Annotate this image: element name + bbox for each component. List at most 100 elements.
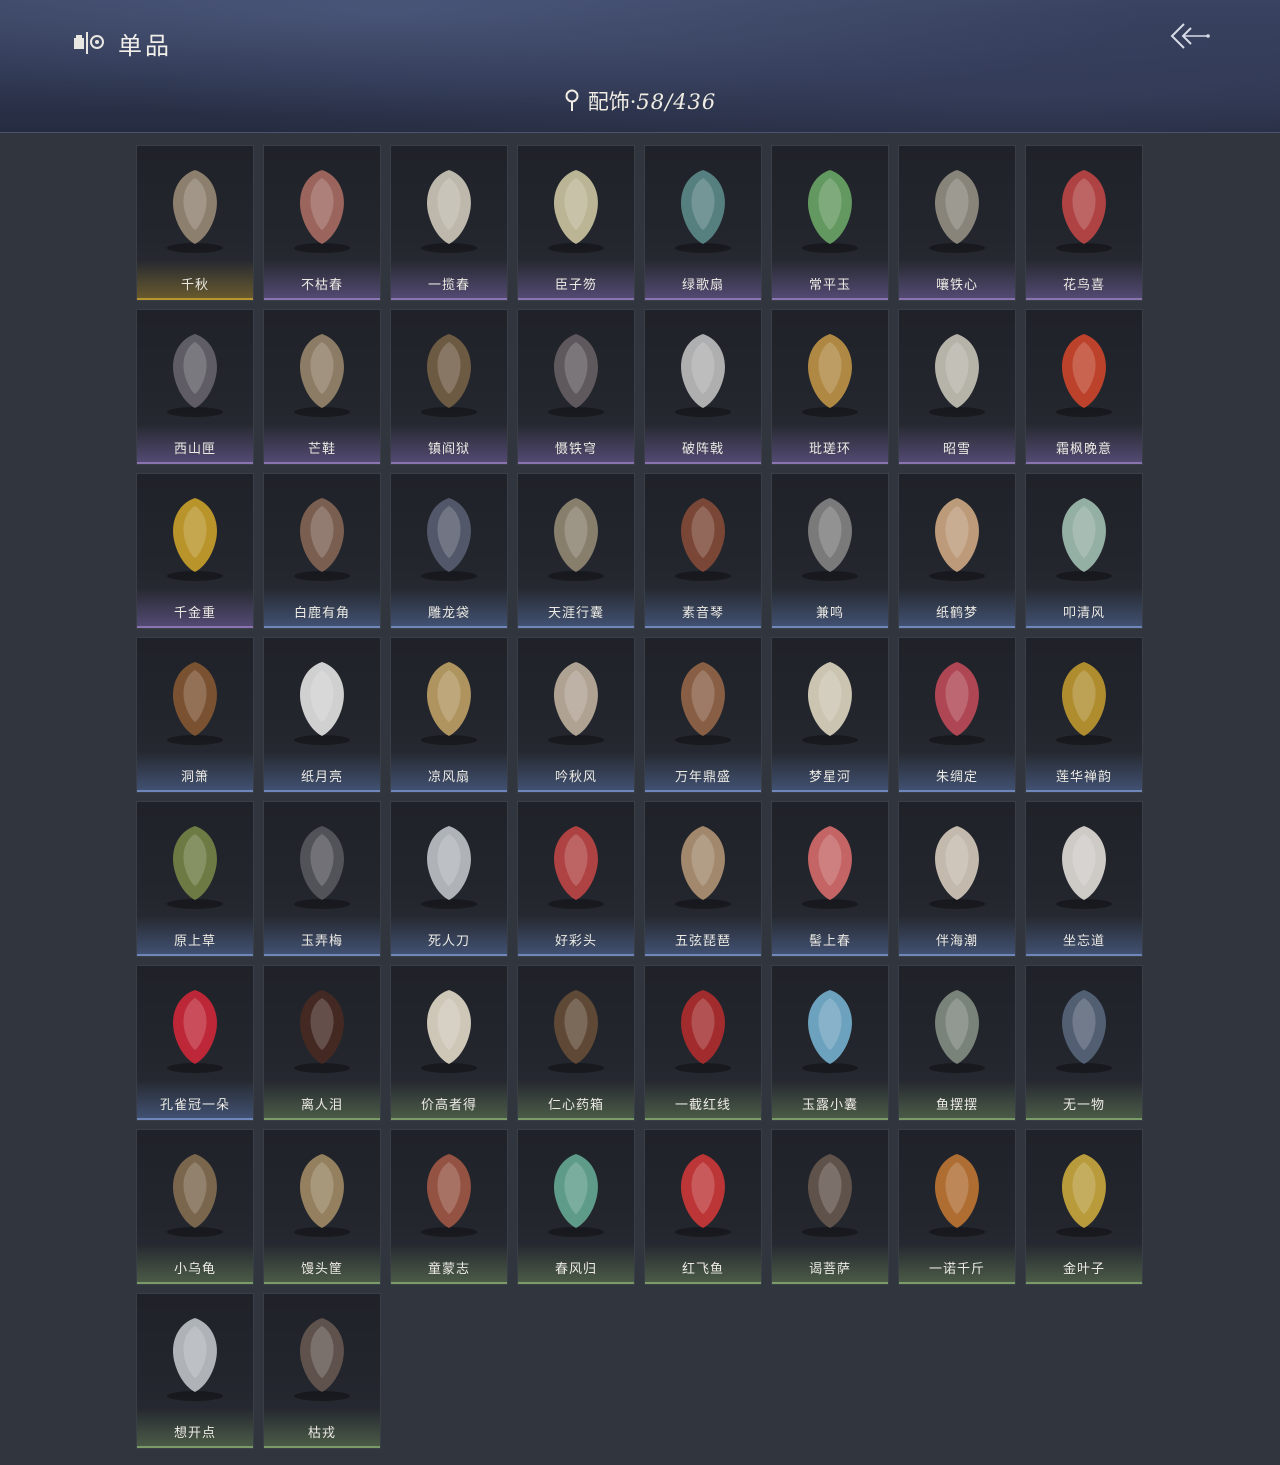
item-card[interactable]: 小乌龟 — [136, 1129, 254, 1285]
item-card[interactable]: 千金重 — [136, 473, 254, 629]
item-card[interactable]: 一揽春 — [390, 145, 508, 301]
item-card[interactable]: 臣子笏 — [517, 145, 635, 301]
item-card[interactable]: 吟秋风 — [517, 637, 635, 793]
item-card[interactable]: 朱绸定 — [898, 637, 1016, 793]
rarity-line — [899, 790, 1015, 792]
banner-spear-icon — [532, 320, 620, 428]
item-card[interactable]: 千秋 — [136, 145, 254, 301]
rarity-line — [1026, 790, 1142, 792]
item-card[interactable]: 原上草 — [136, 801, 254, 957]
item-card[interactable]: 白鹿有角 — [263, 473, 381, 629]
item-card[interactable]: 叩清风 — [1025, 473, 1143, 629]
item-card[interactable]: 玭瑳环 — [771, 309, 889, 465]
item-card[interactable]: 绿歌扇 — [644, 145, 762, 301]
item-card[interactable]: 五弦琵琶 — [644, 801, 762, 957]
item-name: 原上草 — [173, 934, 216, 949]
paper-lantern-icon — [278, 648, 366, 756]
item-card[interactable]: 花鸟喜 — [1025, 145, 1143, 301]
rarity-line — [1026, 1118, 1142, 1120]
item-card[interactable]: 洞箫 — [136, 637, 254, 793]
item-card[interactable]: 破阵戟 — [644, 309, 762, 465]
item-card[interactable]: 金叶子 — [1025, 1129, 1143, 1285]
item-card[interactable]: 梦星河 — [771, 637, 889, 793]
item-name: 不枯春 — [300, 278, 343, 293]
item-card[interactable]: 无一物 — [1025, 965, 1143, 1121]
item-card[interactable]: 万年鼎盛 — [644, 637, 762, 793]
fish-icon — [913, 976, 1001, 1084]
hanging-chimes-icon — [913, 320, 1001, 428]
rarity-line — [645, 954, 761, 956]
item-card[interactable]: 纸鹤梦 — [898, 473, 1016, 629]
rarity-line — [137, 1446, 253, 1448]
item-card[interactable]: 不枯春 — [263, 145, 381, 301]
item-name: 吟秋风 — [554, 770, 597, 785]
zither-icon — [659, 484, 747, 592]
item-card[interactable]: 玉露小囊 — [771, 965, 889, 1121]
rarity-line — [264, 462, 380, 464]
item-card[interactable]: 慑铁穹 — [517, 309, 635, 465]
item-name: 凉风扇 — [427, 770, 470, 785]
item-name: 白鹿有角 — [293, 606, 350, 621]
item-name: 一诺千斤 — [928, 1262, 985, 1277]
item-card[interactable]: 常平玉 — [771, 145, 889, 301]
cage-pack-icon — [405, 484, 493, 592]
item-card[interactable]: 鱼摆摆 — [898, 965, 1016, 1121]
saber-icon — [405, 812, 493, 920]
item-card[interactable]: 昭雪 — [898, 309, 1016, 465]
item-card[interactable]: 雕龙袋 — [390, 473, 508, 629]
item-card[interactable]: 素音琴 — [644, 473, 762, 629]
pipa-instrument-icon — [151, 156, 239, 264]
item-name: 无一物 — [1062, 1098, 1105, 1113]
item-card[interactable]: 天涯行囊 — [517, 473, 635, 629]
item-card[interactable]: 芒鞋 — [263, 309, 381, 465]
item-card[interactable]: 纸月亮 — [263, 637, 381, 793]
item-card[interactable]: 嚷铁心 — [898, 145, 1016, 301]
item-card[interactable]: 童蒙志 — [390, 1129, 508, 1285]
item-card[interactable]: 髻上春 — [771, 801, 889, 957]
halberd-icon — [659, 320, 747, 428]
item-card[interactable]: 馒头筐 — [263, 1129, 381, 1285]
item-card[interactable]: 镇阎狱 — [390, 309, 508, 465]
cloth-pouch-icon — [1040, 976, 1128, 1084]
item-name: 西山匣 — [173, 442, 216, 457]
leaf-fan-icon — [532, 648, 620, 756]
item-card[interactable]: 红飞鱼 — [644, 1129, 762, 1285]
item-card[interactable]: 仁心药箱 — [517, 965, 635, 1121]
item-card[interactable]: 凉风扇 — [390, 637, 508, 793]
rarity-line — [645, 298, 761, 300]
item-card[interactable]: 枯戎 — [263, 1293, 381, 1449]
item-card[interactable]: 价高者得 — [390, 965, 508, 1121]
item-card[interactable]: 伴海潮 — [898, 801, 1016, 957]
item-card[interactable]: 坐忘道 — [1025, 801, 1143, 957]
flute-icon — [151, 648, 239, 756]
item-card[interactable]: 春风归 — [517, 1129, 635, 1285]
rarity-line — [264, 626, 380, 628]
item-card[interactable]: 兼鸣 — [771, 473, 889, 629]
item-card[interactable]: 一截红线 — [644, 965, 762, 1121]
rarity-line — [518, 298, 634, 300]
item-card[interactable]: 死人刀 — [390, 801, 508, 957]
item-name: 鱼摆摆 — [935, 1098, 978, 1113]
item-card[interactable]: 孔雀冠一朵 — [136, 965, 254, 1121]
rarity-line — [137, 954, 253, 956]
item-card[interactable]: 莲华禅韵 — [1025, 637, 1143, 793]
rarity-line — [899, 298, 1015, 300]
item-name: 千金重 — [173, 606, 216, 621]
item-name: 玉弄梅 — [300, 934, 343, 949]
back-arrow-icon[interactable] — [1164, 18, 1212, 54]
item-card[interactable]: 好彩头 — [517, 801, 635, 957]
rarity-line — [391, 298, 507, 300]
item-card[interactable]: 想开点 — [136, 1293, 254, 1449]
rarity-line — [1026, 462, 1142, 464]
page-title: 单品 — [118, 32, 172, 60]
item-card[interactable]: 离人泪 — [263, 965, 381, 1121]
item-card[interactable]: 谒菩萨 — [771, 1129, 889, 1285]
item-card[interactable]: 西山匣 — [136, 309, 254, 465]
item-name: 芒鞋 — [307, 442, 336, 457]
item-card[interactable]: 一诺千斤 — [898, 1129, 1016, 1285]
item-name: 纸鹤梦 — [935, 606, 978, 621]
item-name: 花鸟喜 — [1062, 278, 1105, 293]
item-name: 离人泪 — [300, 1098, 343, 1113]
item-card[interactable]: 霜枫晚意 — [1025, 309, 1143, 465]
item-card[interactable]: 玉弄梅 — [263, 801, 381, 957]
